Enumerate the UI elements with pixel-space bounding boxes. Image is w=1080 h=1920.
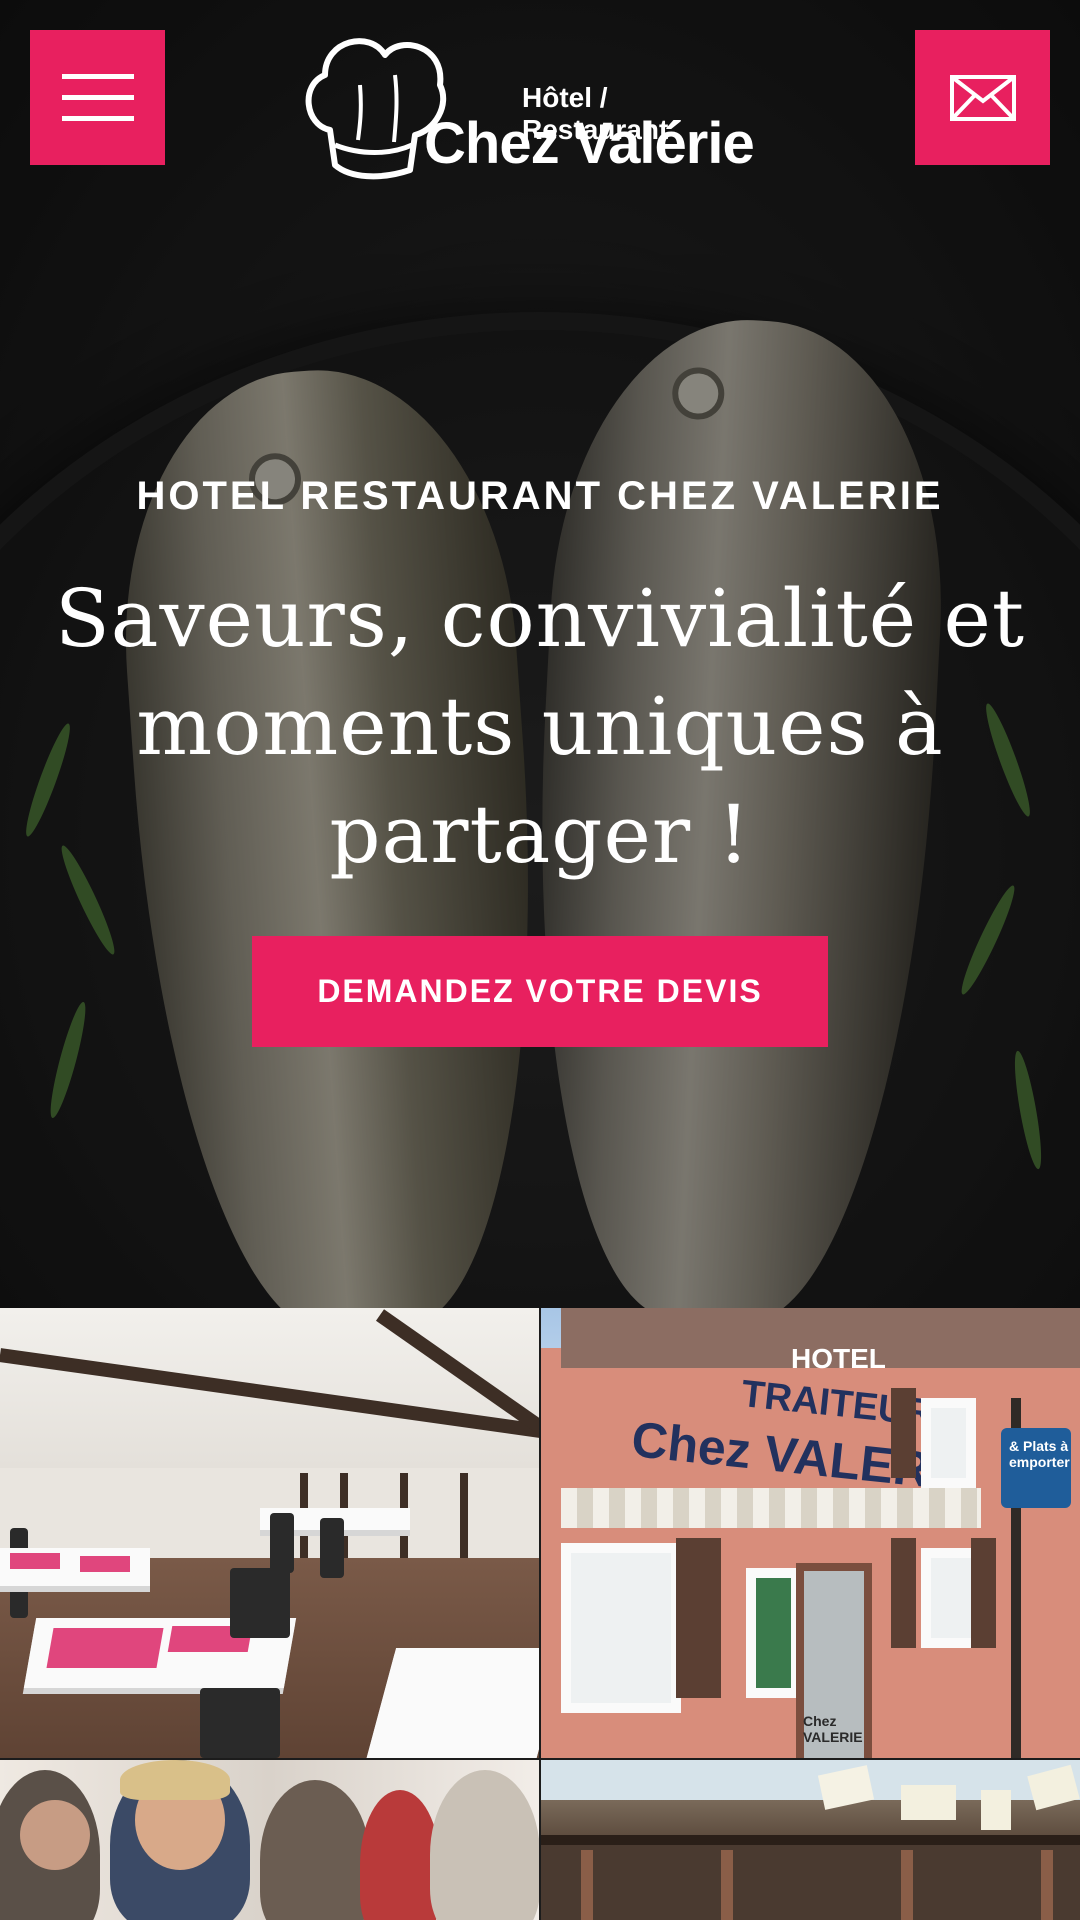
- hero-kicker: HOTEL RESTAURANT CHEZ VALERIE: [136, 474, 944, 518]
- gallery-photo-facade[interactable]: HOTEL TRAITEUR Chez VALERIE Chez VALERIE…: [541, 1308, 1080, 1758]
- gallery-photo-guests[interactable]: [0, 1760, 539, 1920]
- gallery-photo-bar[interactable]: [541, 1760, 1080, 1920]
- envelope-icon: [949, 74, 1016, 121]
- door-text: Chez VALERIE: [803, 1713, 863, 1745]
- facade-awning: [561, 1488, 981, 1528]
- hamburger-icon-line: [61, 116, 134, 121]
- hamburger-icon-line: [61, 74, 134, 79]
- hamburger-icon-line: [61, 95, 134, 100]
- gallery-photo-dining-room[interactable]: [0, 1308, 539, 1758]
- hero-section: Hôtel / Restaurant Chez Valérie HOTEL RE…: [0, 0, 1080, 1308]
- facade-sign-hotel: HOTEL: [791, 1343, 886, 1374]
- contact-mail-button[interactable]: [915, 30, 1050, 165]
- hero-headline: Saveurs, convivialité et moments uniques…: [54, 572, 1026, 881]
- logo-title: Chez Valérie: [424, 111, 755, 176]
- menu-button[interactable]: [30, 30, 165, 165]
- quote-request-button[interactable]: DEMANDEZ VOTRE DEVIS: [252, 936, 828, 1047]
- facade-blue-sign: & Plats à emporter: [1009, 1438, 1070, 1470]
- site-logo[interactable]: Hôtel / Restaurant Chez Valérie: [300, 30, 760, 185]
